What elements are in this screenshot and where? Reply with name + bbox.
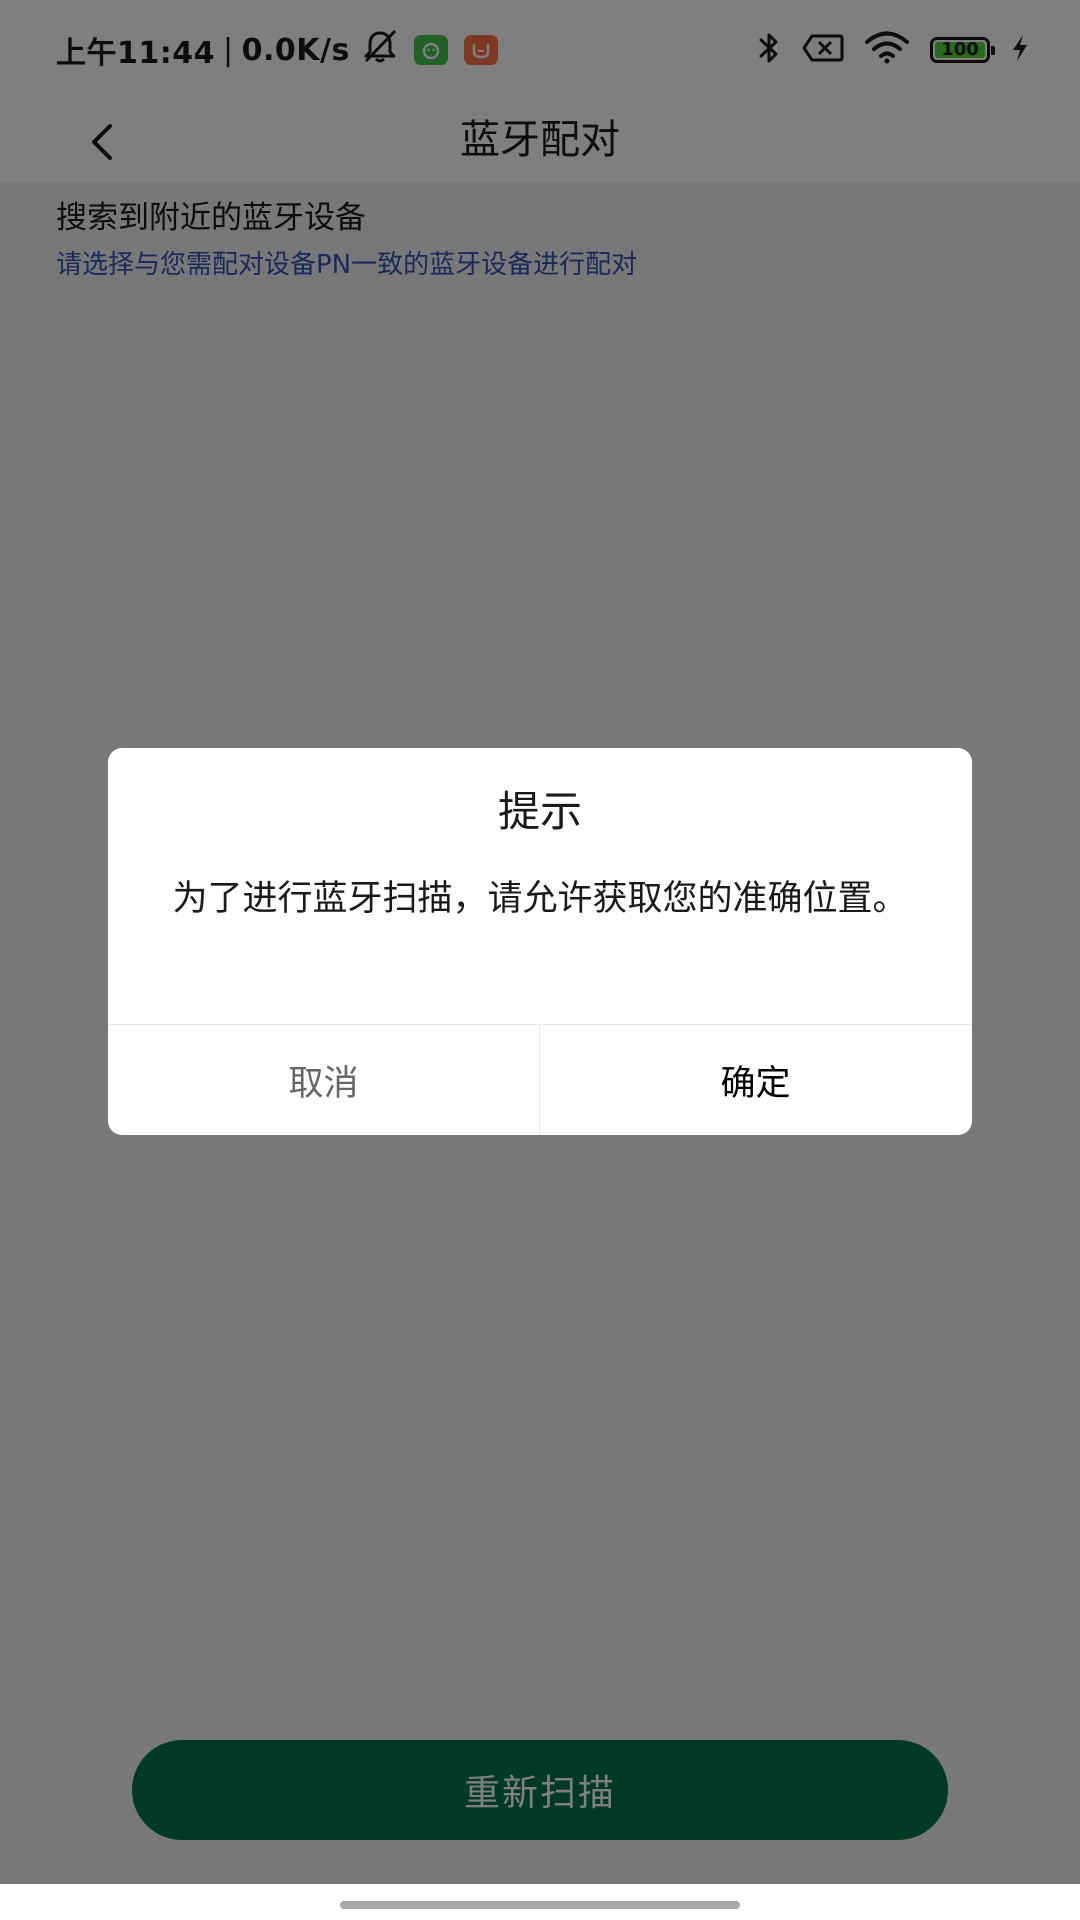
permission-dialog: 提示 为了进行蓝牙扫描，请允许获取您的准确位置。 取消 确定 [108, 748, 972, 1135]
gesture-bar-area [0, 1884, 1080, 1920]
confirm-button[interactable]: 确定 [540, 1025, 971, 1135]
cancel-button[interactable]: 取消 [108, 1025, 539, 1135]
dialog-message: 为了进行蓝牙扫描，请允许获取您的准确位置。 [172, 879, 908, 919]
modal-overlay[interactable]: 提示 为了进行蓝牙扫描，请允许获取您的准确位置。 取消 确定 [0, 0, 1080, 1884]
dialog-title: 提示 [497, 787, 582, 836]
screen: 上午11:44 | 0.0K/s [0, 0, 1080, 1920]
home-indicator[interactable] [340, 1901, 740, 1909]
